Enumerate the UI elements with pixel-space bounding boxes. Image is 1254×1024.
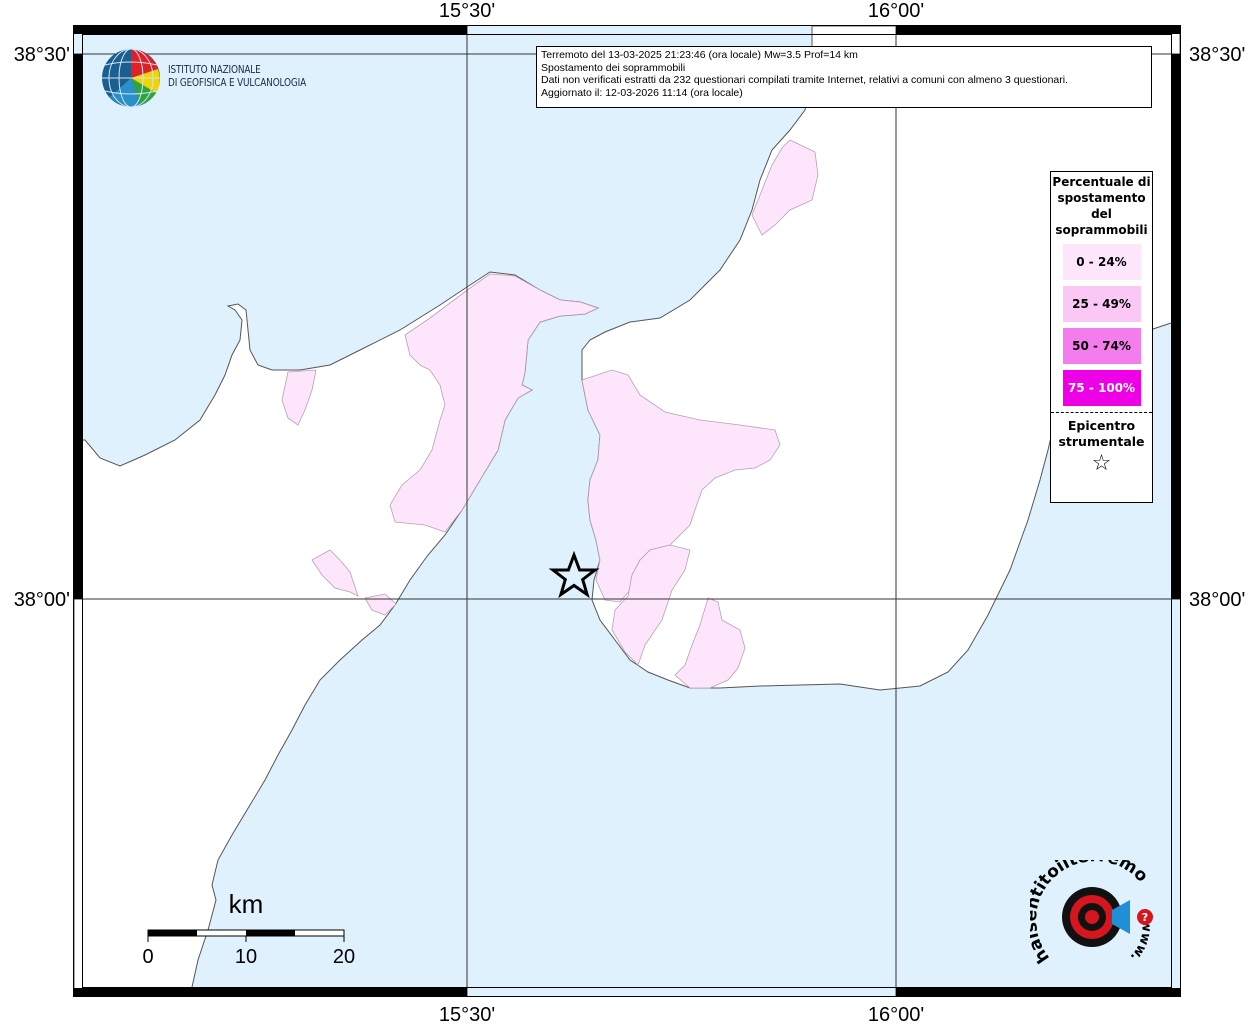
ingv-line1: ISTITUTO NAZIONALE [168,64,261,76]
svg-text:www.: www. [1127,920,1154,964]
haisentito-logo: haisentitoilterremoto.it www. ? [1030,860,1154,967]
legend-class-75-100: 75 - 100% [1062,370,1141,406]
legend-class-0-24: 0 - 24% [1062,244,1141,280]
data-note-line: Dati non verificati estratti da 232 ques… [541,74,1069,86]
lon-tick-top-1: 15°30' [439,0,495,22]
ingv-wordmark: ISTITUTO NAZIONALE DI GEOFISICA E VULCAN… [168,64,306,90]
svg-text:?: ? [1142,911,1148,924]
scale-label-0: 0 [142,946,153,968]
lon-tick-top-2: 16°00' [868,0,924,22]
scale-label-10: 10 [235,946,257,968]
updated-line: Aggiornato il: 12-03-2026 11:14 (ora loc… [541,86,743,99]
legend-class-25-49: 25 - 49% [1062,286,1141,322]
lat-tick-right-2: 38°00' [1189,589,1245,611]
legend-box: Percentuale di spostamento del soprammob… [1050,171,1153,503]
scale-unit-label: km [229,889,264,919]
lat-tick-left-1: 38°30' [14,44,70,66]
event-line: Terremoto del 13-03-2025 21:23:46 (ora l… [541,49,858,61]
hst-logo-www: www. [1127,920,1154,964]
lon-tick-bottom-2: 16°00' [868,1004,924,1024]
legend-class-50-74: 50 - 74% [1062,328,1141,364]
event-info-box: Terremoto del 13-03-2025 21:23:46 (ora l… [536,46,1152,108]
legend-star-icon: ☆ [1091,451,1112,476]
ingv-line2: DI GEOFISICA E VULCANOLOGIA [168,77,307,89]
lon-tick-bottom-1: 15°30' [439,1004,495,1024]
scale-label-20: 20 [333,946,355,968]
effect-line: Spostamento dei soprammobili [541,61,686,74]
legend-title: Percentuale di spostamento del soprammob… [1052,175,1151,237]
ingv-globe-logo [102,48,160,108]
lat-tick-right-1: 38°30' [1189,44,1245,66]
legend-epicenter-label: Epicentro strumentale [1058,418,1145,449]
lat-tick-left-2: 38°00' [14,589,70,611]
